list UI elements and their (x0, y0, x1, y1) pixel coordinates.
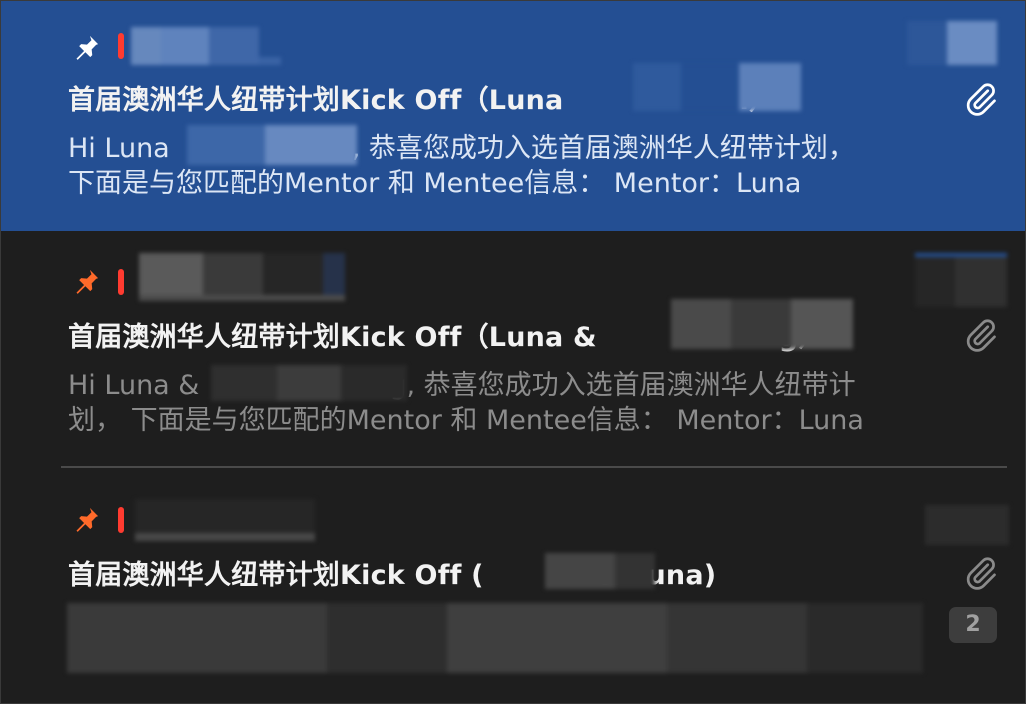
paperclip-icon (966, 83, 996, 116)
recipient-name-redacted (211, 365, 407, 401)
message-preview: Hi Luna & g, 恭喜您成功入选首届澳洲华人纽带计 划， 下面是与您匹配的… (68, 370, 864, 436)
subject-redacted (545, 553, 655, 589)
message-preview-redacted (67, 603, 923, 673)
sender-name-redacted (139, 253, 345, 301)
flag-icon (118, 507, 124, 533)
date-redacted (915, 253, 1007, 307)
paperclip-icon (966, 557, 996, 590)
mail-list-item[interactable]: 首届澳洲华人纽带计划Kick Off（Lunal） Hi Luna, 恭喜您成功… (1, 1, 1025, 231)
mail-list-item[interactable]: 首届澳洲华人纽带计划Kick Off（Luna &g） Hi Luna &g, … (1, 231, 1025, 467)
flag-icon (118, 33, 124, 59)
subject-redacted (671, 299, 853, 349)
mail-list-item[interactable]: 首届澳洲华人纽带计划Kick Off (& Luna) 2 (1, 469, 1025, 703)
subject-redacted (633, 63, 801, 111)
pin-icon (76, 269, 99, 294)
sender-name-redacted (135, 499, 315, 541)
thread-count-badge: 2 (949, 607, 997, 643)
flag-icon (118, 269, 124, 295)
date-redacted (907, 21, 997, 65)
paperclip-icon (966, 319, 996, 352)
mail-list: 首届澳洲华人纽带计划Kick Off（Lunal） Hi Luna, 恭喜您成功… (0, 0, 1026, 704)
list-divider (61, 466, 1007, 468)
recipient-name-redacted (187, 125, 357, 165)
date-redacted (925, 505, 1009, 545)
pin-icon (76, 35, 99, 60)
sender-name-redacted (131, 27, 281, 65)
pin-icon (76, 507, 99, 532)
